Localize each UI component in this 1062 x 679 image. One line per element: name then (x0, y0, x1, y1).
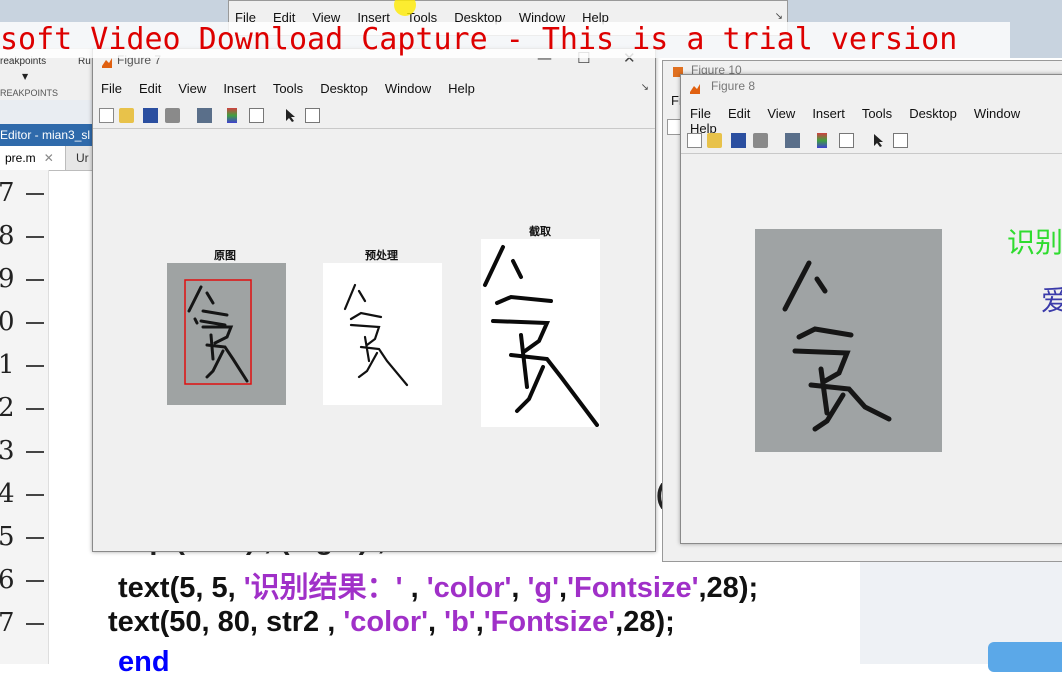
trial-watermark: soft Video Download Capture - This is a … (0, 22, 1010, 58)
pointer-icon[interactable] (871, 133, 886, 148)
open-icon[interactable] (119, 108, 134, 123)
menu-tools[interactable]: Tools (862, 106, 892, 121)
breakpoint-dash[interactable] (26, 193, 44, 195)
subplot-title-preprocessed: 预处理 (365, 249, 398, 262)
handwriting-preprocessed (343, 283, 409, 387)
menu-window[interactable]: Window (974, 106, 1020, 121)
figure-7-menu-bar: File Edit View Insert Tools Desktop Window Help (101, 81, 655, 103)
line-number: 2 (0, 393, 15, 423)
breakpoint-dash[interactable] (26, 322, 44, 324)
pointer-icon[interactable] (283, 108, 298, 123)
line-number: 4 (0, 479, 15, 509)
menu-file[interactable]: File (690, 106, 711, 121)
recognized-image (755, 229, 942, 452)
menu-help[interactable]: Help (448, 81, 475, 96)
colorbar-icon[interactable] (817, 133, 827, 148)
menu-view[interactable]: View (767, 106, 795, 121)
figure-8-canvas[interactable]: 识别 爱 (681, 155, 1062, 543)
print-icon[interactable] (165, 108, 180, 123)
code-line-text-1: text(5, 5, '识别结果：' , 'color', 'g','Fonts… (118, 572, 759, 604)
handwriting-original (184, 279, 252, 385)
breakpoint-dash[interactable] (26, 537, 44, 539)
figure-8-menu-bar: File Edit View Insert Tools Desktop WindowHelp (690, 106, 1062, 136)
menu-arrow-icon: ↘ (774, 11, 783, 22)
tab-label: pre.m (5, 151, 36, 165)
menu-window[interactable]: Window (385, 81, 431, 96)
line-number: 6 (0, 565, 15, 595)
breakpoint-dash[interactable] (26, 408, 44, 410)
breakpoint-dash[interactable] (26, 236, 44, 238)
property-editor-icon[interactable] (305, 108, 320, 123)
result-label: 识别 (1007, 226, 1062, 259)
menu-tools[interactable]: Tools (273, 81, 303, 96)
new-figure-icon[interactable] (687, 133, 702, 148)
breakpoint-dash[interactable] (26, 623, 44, 625)
ide-address-strip (0, 100, 95, 127)
close-icon[interactable]: ✕ (44, 151, 54, 165)
print-icon[interactable] (753, 133, 768, 148)
line-number-gutter: 7 8 9 0 1 2 3 4 5 6 7 (0, 170, 49, 664)
menu-edit[interactable]: Edit (139, 81, 161, 96)
code-line-text-2: text(50, 80, str2 , 'color', 'b','Fontsi… (108, 606, 675, 638)
cropped-image (481, 239, 600, 427)
link-icon[interactable] (197, 108, 212, 123)
tab-untitled[interactable]: Ur (76, 146, 89, 170)
open-icon[interactable] (707, 133, 722, 148)
figure-7-toolbar (93, 104, 655, 129)
line-number: 3 (0, 436, 15, 466)
figure-7-canvas[interactable]: 原图 预处理 截取 (93, 129, 655, 551)
line-number: 8 (0, 221, 15, 251)
colorbar-icon[interactable] (227, 108, 237, 123)
breakpoint-dash[interactable] (26, 451, 44, 453)
figure-8-title: Figure 8 (711, 79, 756, 93)
subplot-title-original: 原图 (214, 249, 236, 262)
handwriting-cropped (483, 245, 599, 427)
menu-file[interactable]: File (101, 81, 122, 96)
menu-edit[interactable]: Edit (728, 106, 750, 121)
line-number: 0 (0, 307, 15, 337)
save-icon[interactable] (731, 133, 746, 148)
editor-title: Editor - mian3_sl (0, 124, 95, 146)
result-character: 爱 (1041, 284, 1062, 317)
legend-icon[interactable] (249, 108, 264, 123)
figure-7-window[interactable]: Figure 7 — ☐ ✕ File Edit View Insert Tools De… (92, 48, 656, 552)
legend-icon[interactable] (839, 133, 854, 148)
new-figure-icon[interactable] (99, 108, 114, 123)
menu-view[interactable]: View (178, 81, 206, 96)
figure-8-window[interactable]: Figure 8 File Edit View Insert Tools Desktop W… (680, 74, 1062, 544)
link-icon[interactable] (785, 133, 800, 148)
menu-arrow-icon: ↘ (640, 82, 649, 93)
line-number: 5 (0, 522, 15, 552)
tab-pre-m[interactable]: pre.m ✕ (0, 146, 66, 170)
menu-desktop[interactable]: Desktop (909, 106, 957, 121)
line-number: 7 (0, 608, 15, 638)
breakpoint-dash[interactable] (26, 580, 44, 582)
breakpoint-dash[interactable] (26, 279, 44, 281)
figure-8-toolbar (681, 129, 1062, 154)
save-icon[interactable] (143, 108, 158, 123)
code-line-end: end (118, 646, 170, 678)
line-number: 7 (0, 178, 15, 208)
breakpoint-dash[interactable] (26, 494, 44, 496)
line-number: 1 (0, 350, 15, 380)
handwriting-recognized (782, 260, 892, 432)
floating-button[interactable] (988, 642, 1062, 672)
subplot-title-cropped: 截取 (529, 225, 551, 238)
matlab-logo-icon (689, 80, 701, 94)
breakpoint-dash[interactable] (26, 365, 44, 367)
menu-desktop[interactable]: Desktop (320, 81, 368, 96)
property-editor-icon[interactable] (893, 133, 908, 148)
menu-insert[interactable]: Insert (812, 106, 845, 121)
menu-insert[interactable]: Insert (223, 81, 256, 96)
breakpoints-section-label: REAKPOINTS (0, 88, 59, 98)
preprocessed-image (323, 263, 442, 405)
chevron-down-icon[interactable]: ▼ (22, 72, 28, 81)
original-image (167, 263, 286, 405)
line-number: 9 (0, 264, 15, 294)
